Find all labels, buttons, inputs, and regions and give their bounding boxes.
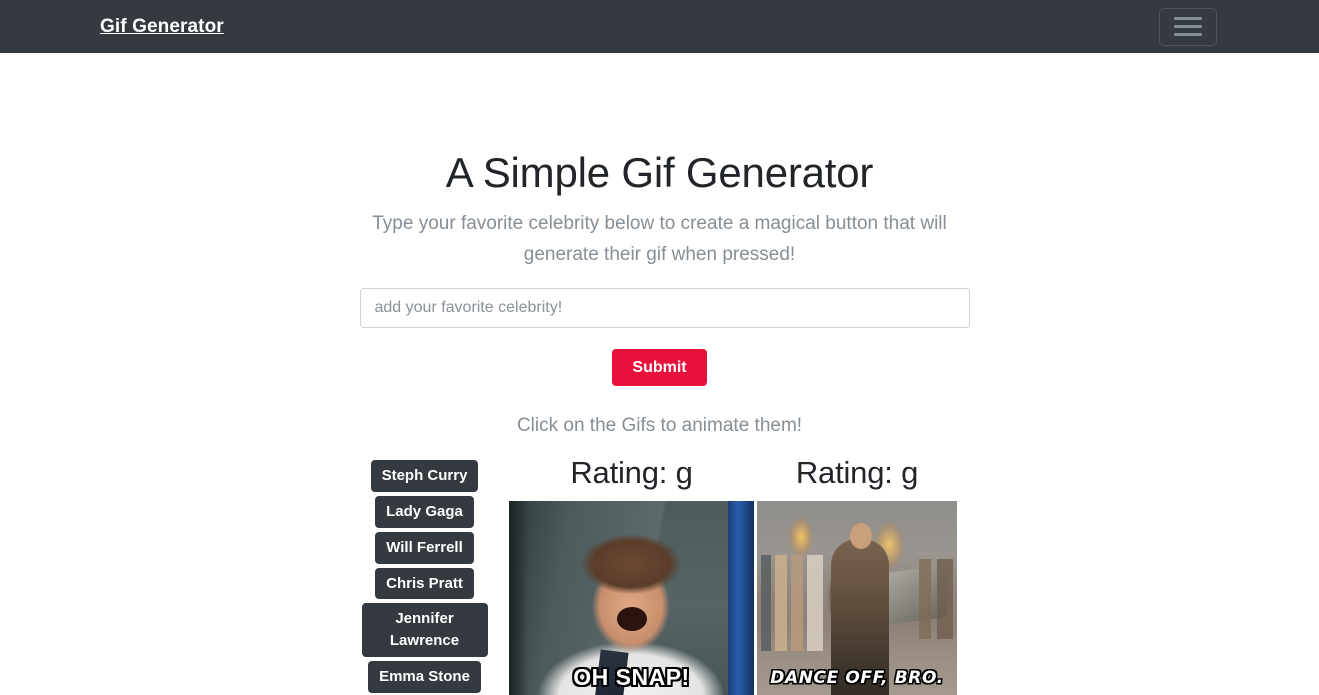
hamburger-icon-bar-1 [1174,17,1202,20]
celebrity-button-chris-pratt[interactable]: Chris Pratt [375,567,474,600]
celebrity-button-jennifer-lawrence[interactable]: Jennifer Lawrence [361,603,488,657]
gif2-main-figure [831,539,889,695]
gif1-right-blue-strip [728,501,754,695]
gif-caption-1: OH SNAP! [573,664,690,691]
hamburger-menu-button[interactable] [1159,7,1217,46]
hamburger-icon-bar-2 [1174,25,1202,28]
gif2-crowd-right [919,559,953,640]
navbar-brand[interactable]: Gif Generator [100,16,224,38]
celebrity-input[interactable] [359,288,970,329]
gif-card-2: Rating: g DANCE OFF, BRO. [757,456,957,695]
gif-results: Rating: g OH SNAP! Rating: g DANCE OFF, … [509,456,960,695]
celebrity-button-lady-gaga[interactable]: Lady Gaga [375,496,474,528]
celebrity-button-list: Steph Curry Lady Gaga Will Ferrell Chris… [359,456,490,695]
page-subtitle: Type your favorite celebrity below to cr… [372,213,947,265]
results-section: Steph Curry Lady Gaga Will Ferrell Chris… [0,456,1319,695]
celebrity-button-will-ferrell[interactable]: Will Ferrell [375,531,474,564]
page-body: A Simple Gif Generator Type your favorit… [0,53,1319,695]
gif-rating-label-2: Rating: g [795,455,919,491]
hero-section: A Simple Gif Generator Type your favorit… [355,149,970,437]
navbar: Gif Generator [0,0,1319,53]
gif-image-2[interactable]: DANCE OFF, BRO. [757,501,957,695]
gif1-left-shadow [509,501,529,695]
gif1-necktie [593,649,629,695]
celebrity-button-steph-curry[interactable]: Steph Curry [370,460,479,493]
submit-button[interactable]: Submit [612,349,707,387]
gif-image-1[interactable]: OH SNAP! [509,501,754,695]
gif-card-1: Rating: g OH SNAP! [509,456,754,695]
animate-hint-text: Click on the Gifs to animate them! [516,415,803,437]
page-title: A Simple Gif Generator [445,149,874,196]
gif1-open-mouth [617,607,647,632]
celebrity-button-emma-stone[interactable]: Emma Stone [368,660,481,693]
gif-rating-label-1: Rating: g [570,455,693,491]
gif2-crowd-left [761,555,823,652]
hamburger-icon-bar-3 [1174,33,1202,36]
celebrity-form: Submit [355,288,970,387]
